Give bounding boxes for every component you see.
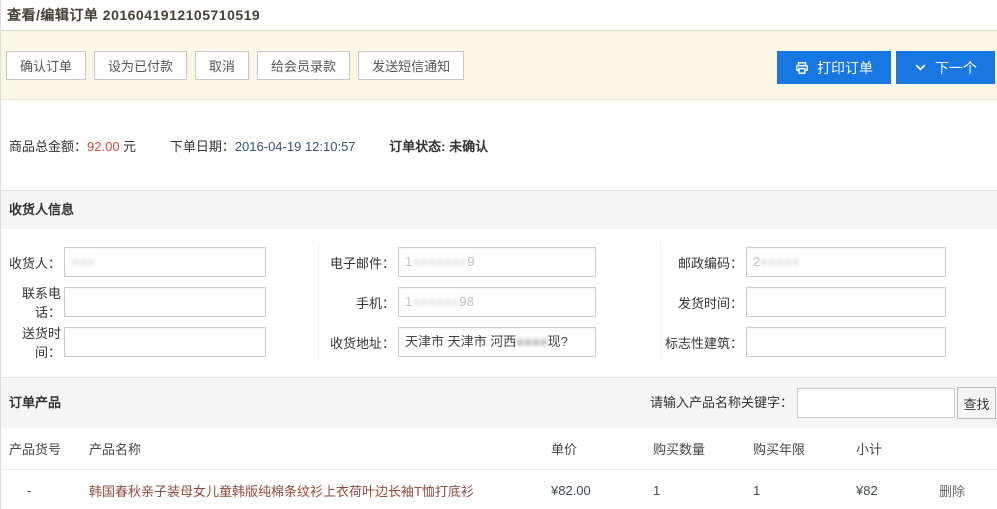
col-header-name: 产品名称 — [81, 439, 543, 458]
title-bar: 查看/编辑订单 2016041912105710519 — [1, 0, 997, 31]
product-search-label: 请输入产品名称关键字： — [650, 384, 793, 422]
delete-link[interactable]: 删除 — [931, 481, 997, 500]
next-order-button[interactable]: 下一个 — [896, 51, 995, 84]
toolbar-primary-actions: 打印订单 下一个 — [777, 51, 995, 84]
email-field: 电子邮件： 1●●●●●●●9 — [319, 242, 661, 282]
consignee-field: 收货人： ●●● — [1, 242, 319, 282]
confirm-order-button[interactable]: 确认订单 — [6, 51, 86, 80]
product-price: ¥82.00 — [543, 483, 645, 498]
mobile-field: 手机： 1●●●●●●98 — [319, 282, 661, 322]
toolbar-actions: 确认订单 设为已付款 取消 给会员录款 发送短信通知 — [6, 51, 464, 80]
print-order-button[interactable]: 打印订单 — [777, 51, 891, 84]
products-section-header: 订单产品 请输入产品名称关键字： 查找 — [1, 377, 997, 428]
landmark-field: 标志性建筑： — [661, 322, 997, 362]
landmark-input[interactable] — [746, 327, 946, 357]
address-field: 收货地址： 天津市 天津市 河西●●●●现? — [319, 322, 661, 362]
ship-time-field: 发货时间： — [661, 282, 997, 322]
cancel-order-button[interactable]: 取消 — [195, 51, 249, 80]
col-header-qty: 购买数量 — [645, 439, 745, 458]
total-amount: 商品总金额：92.00 元 — [9, 139, 136, 154]
table-row: - 韩国春秋亲子装母女儿童韩版纯棉条纹衫上衣荷叶边长袖T恤打底衫 ¥82.00 … — [1, 470, 997, 509]
set-paid-button[interactable]: 设为已付款 — [94, 51, 187, 80]
product-sku: - — [1, 483, 81, 498]
col-header-price: 单价 — [543, 439, 645, 458]
printer-icon — [795, 61, 809, 75]
page-title: 查看/编辑订单 2016041912105710519 — [7, 5, 260, 25]
products-section-title: 订单产品 — [9, 384, 61, 422]
send-sms-button[interactable]: 发送短信通知 — [358, 51, 464, 80]
col-header-sku: 产品货号 — [1, 439, 81, 458]
product-name-link[interactable]: 韩国春秋亲子装母女儿童韩版纯棉条纹衫上衣荷叶边长袖T恤打底衫 — [81, 481, 543, 500]
delivery-time-input[interactable] — [64, 327, 266, 357]
ship-time-input[interactable] — [746, 287, 946, 317]
mobile-input[interactable]: 1●●●●●●98 — [398, 287, 596, 317]
zipcode-field: 邮政编码： 2●●●●● — [661, 242, 997, 282]
address-input[interactable]: 天津市 天津市 河西●●●●现? — [398, 327, 596, 357]
consignee-section-title: 收货人信息 — [9, 202, 74, 217]
next-order-label: 下一个 — [935, 58, 977, 78]
product-subtotal: ¥82 — [848, 483, 931, 498]
product-years: 1 — [745, 483, 848, 498]
zipcode-input[interactable]: 2●●●●● — [746, 247, 946, 277]
consignee-form: 收货人： ●●● 电子邮件： 1●●●●●●●9 邮政编码： 2●●●●● 联系… — [1, 229, 997, 377]
phone-field: 联系电话： — [1, 282, 319, 322]
product-search-input[interactable] — [797, 388, 955, 418]
col-header-subtotal: 小计 — [848, 439, 931, 458]
search-button[interactable]: 查找 — [957, 387, 996, 419]
order-summary: 商品总金额：92.00 元 下单日期：2016-04-19 12:10:57 订… — [1, 100, 997, 190]
order-date: 下单日期：2016-04-19 12:10:57 — [170, 139, 356, 154]
products-table: 产品货号 产品名称 单价 购买数量 购买年限 小计 - 韩国春秋亲子装母女儿童韩… — [1, 428, 997, 509]
col-header-years: 购买年限 — [745, 439, 848, 458]
order-status: 订单状态: 未确认 — [389, 139, 488, 154]
email-input[interactable]: 1●●●●●●●9 — [398, 247, 596, 277]
member-payment-button[interactable]: 给会员录款 — [257, 51, 350, 80]
table-header-row: 产品货号 产品名称 单价 购买数量 购买年限 小计 — [1, 428, 997, 470]
product-qty: 1 — [645, 483, 745, 498]
chevron-down-icon — [914, 61, 927, 74]
product-search: 请输入产品名称关键字： 查找 — [650, 384, 996, 422]
print-order-label: 打印订单 — [817, 58, 873, 78]
toolbar: 确认订单 设为已付款 取消 给会员录款 发送短信通知 打印订单 下一个 — [1, 31, 997, 100]
consignee-section-header: 收货人信息 — [1, 190, 997, 229]
delivery-time-field: 送货时间： — [1, 322, 319, 362]
phone-input[interactable] — [64, 287, 266, 317]
consignee-input[interactable]: ●●● — [64, 247, 266, 277]
